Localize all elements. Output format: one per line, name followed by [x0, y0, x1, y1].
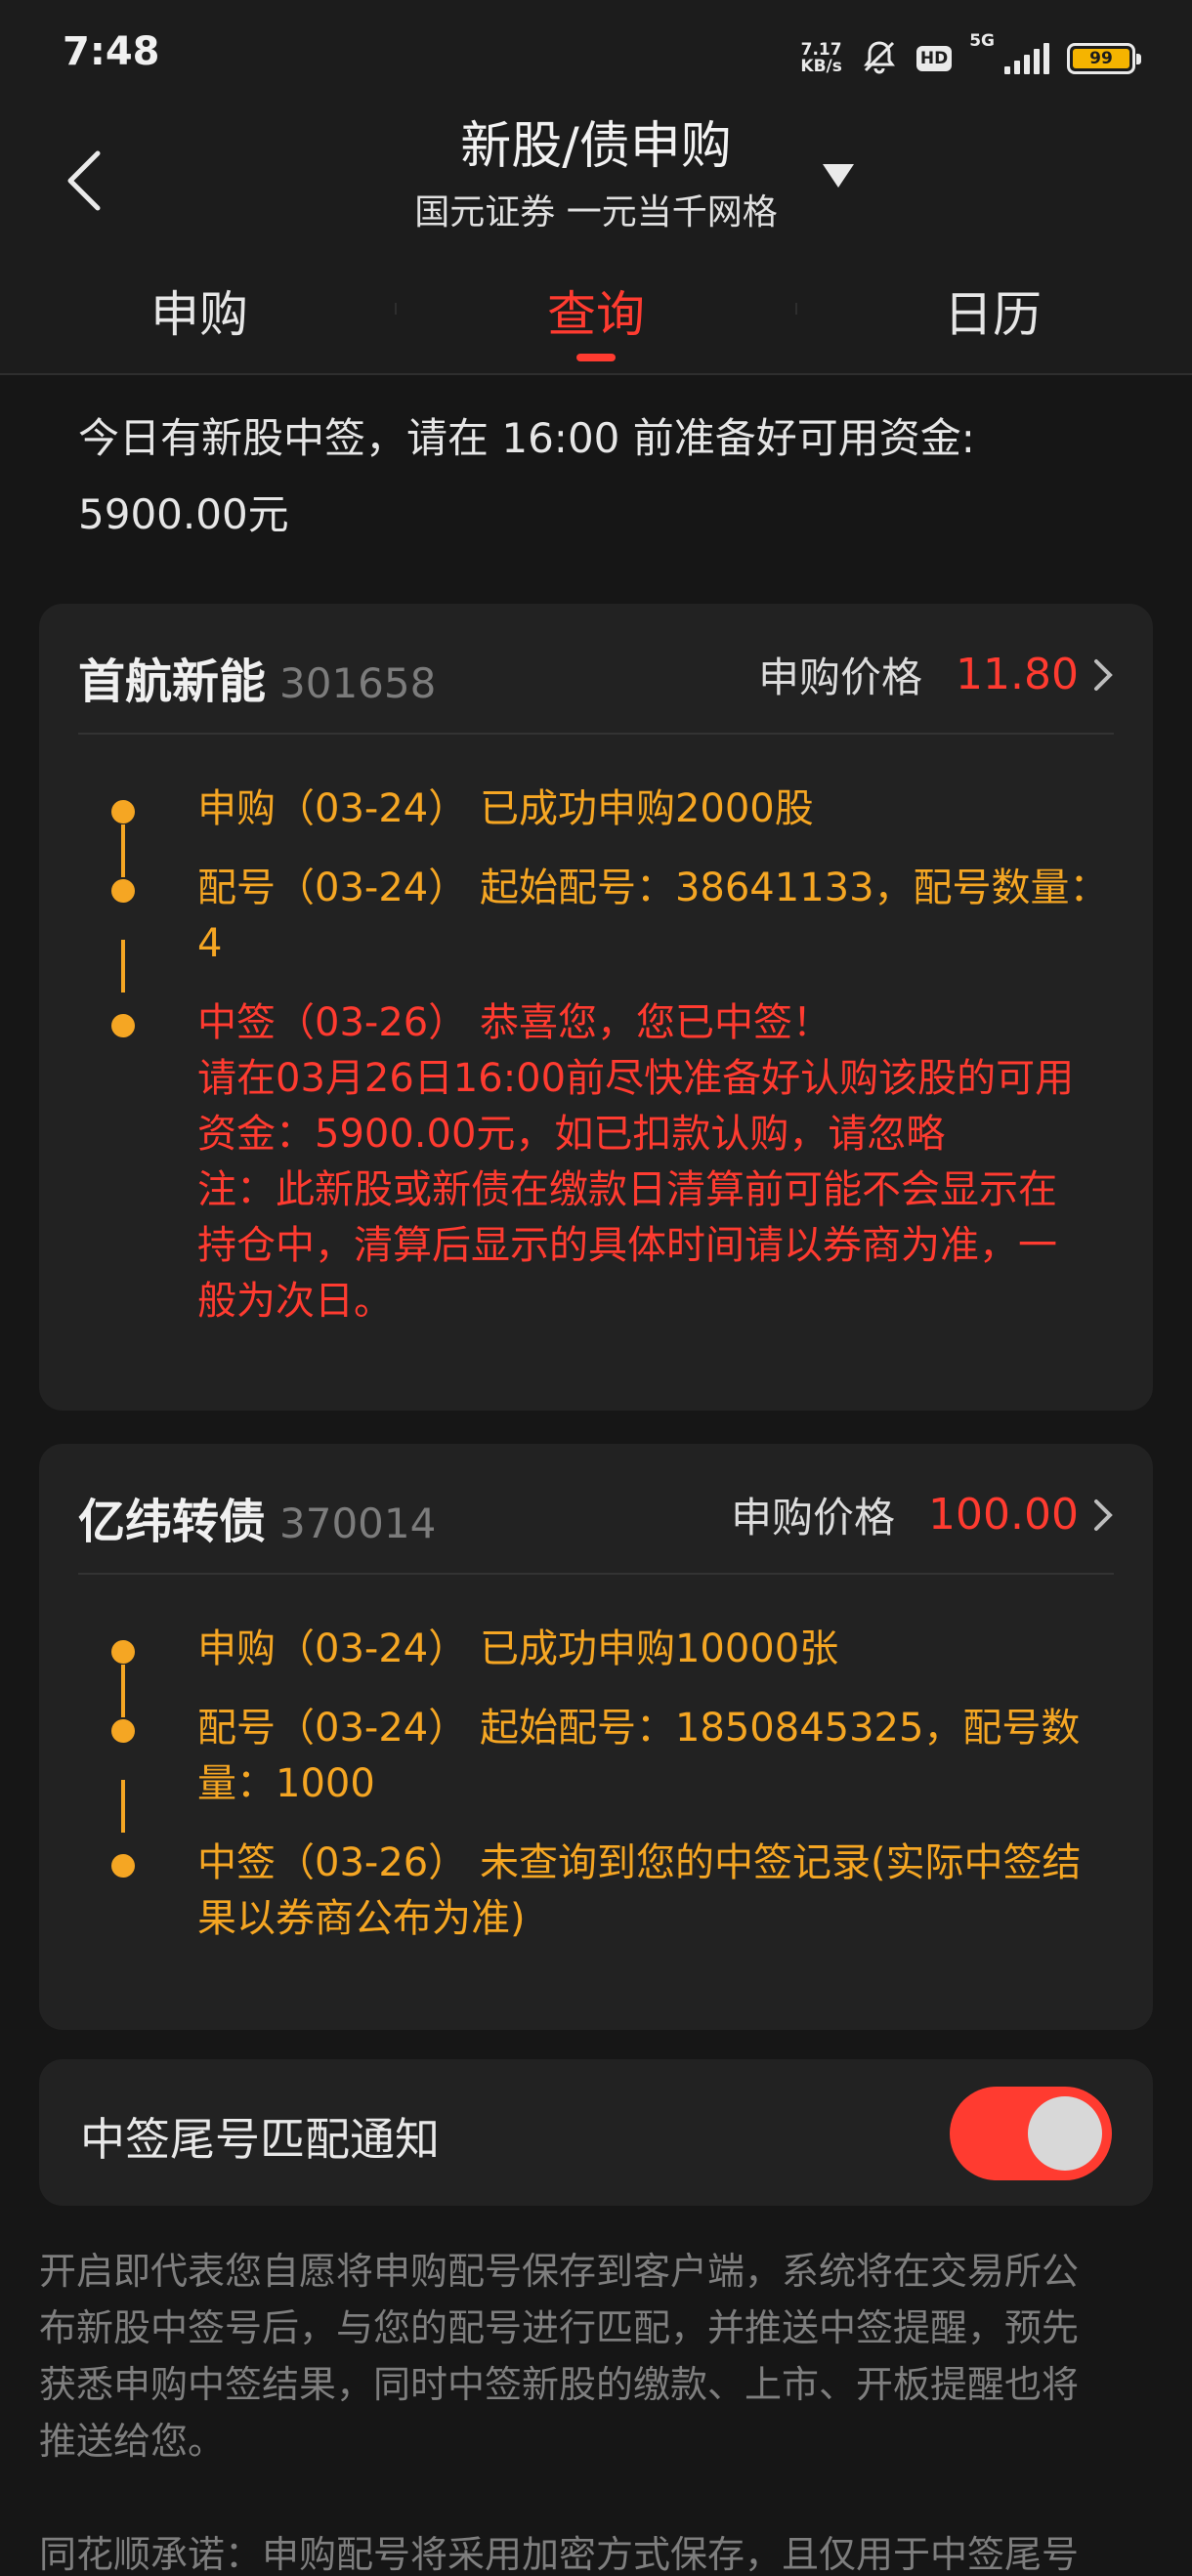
stock-code: 301658 — [279, 659, 437, 707]
stock-name: 亿纬转债 370014 — [78, 1483, 436, 1551]
triangle-down-icon — [823, 164, 854, 188]
step-line: 持仓中，清算后显示的具体时间请以券商为准，一 — [197, 1223, 1057, 1268]
step-line: 资金：5900.00元，如已扣款认购，请忽略 — [197, 1112, 946, 1157]
step-line: 量：1000 — [197, 1761, 375, 1806]
notify-description: 开启即代表您自愿将申购配号保存到客户端，系统将在交易所公 布新股中签号后，与您的… — [39, 2243, 1153, 2470]
price-label: 申购价格 — [758, 654, 923, 701]
stock-code: 370014 — [279, 1499, 437, 1547]
price-value: 100.00 — [928, 1490, 1079, 1540]
timeline-dot — [111, 879, 135, 903]
price-info[interactable]: 申购价格 100.00 — [731, 1485, 1114, 1544]
battery-level: 99 — [1073, 49, 1129, 68]
notice-amount: 5900.00元 — [78, 490, 289, 538]
description-line: 推送给您。 — [39, 2420, 226, 2463]
status-timeline: 申购（03-24） 已成功申购10000张 配号（03-24） 起始配号：185… — [78, 1622, 1124, 1970]
price-label: 申购价格 — [731, 1494, 896, 1541]
chevron-right-icon — [1092, 1498, 1114, 1533]
mute-bell-icon — [860, 37, 899, 80]
description-line: 获悉申购中签结果，同时中签新股的缴款、上市、开板提醒也将 — [39, 2363, 1080, 2406]
tab-query[interactable]: 查询 — [479, 275, 713, 346]
battery-icon: 99 — [1067, 43, 1141, 74]
network-type: 5G — [969, 31, 995, 51]
nav-header: 新股/债申购 国元证券 一元当千网格 — [0, 117, 1192, 244]
timeline-dot — [111, 1014, 135, 1037]
step-line: 配号（03-24） 起始配号：1850845325，配号数 — [197, 1706, 1081, 1751]
account-subtitle[interactable]: 国元证券 一元当千网格 — [0, 184, 1192, 234]
step-line: 果以券商公布为准) — [197, 1896, 526, 1941]
status-timeline: 申购（03-24） 已成功申购2000股 配号（03-24） 起始配号：3864… — [78, 781, 1124, 1353]
timeline-dot — [111, 1854, 135, 1878]
card-header[interactable]: 首航新能 301658 申购价格 11.80 — [78, 604, 1114, 735]
step-line: 4 — [197, 921, 223, 966]
tab-separator — [795, 303, 797, 315]
step-line: 申购（03-24） 已成功申购2000股 — [197, 786, 814, 831]
account-dropdown-button[interactable] — [817, 156, 860, 195]
price-info[interactable]: 申购价格 11.80 — [758, 645, 1114, 704]
step-line: 中签（03-26） 未查询到您的中签记录(实际中签结 — [197, 1840, 1082, 1885]
timeline-step-subscribe: 申购（03-24） 已成功申购2000股 — [78, 781, 1124, 837]
page-title: 新股/债申购 — [460, 117, 732, 176]
privacy-promise: 同花顺承诺：申购配号将采用加密方式保存，且仅用于中签尾号 — [39, 2533, 1080, 2576]
app-screen: 7:48 7.17 KB/s HD 5G 99 新股/债申购 国元证券 一元当千… — [0, 0, 1192, 2576]
status-time: 7:48 — [63, 29, 160, 74]
bond-card[interactable]: 亿纬转债 370014 申购价格 100.00 申购（03-24） 已成功申购10… — [39, 1444, 1153, 2030]
status-bar: 7:48 7.17 KB/s HD 5G 99 — [0, 0, 1192, 117]
timeline-dot — [111, 1640, 135, 1664]
status-icons: 7.17 KB/s HD 5G 99 — [800, 31, 1141, 86]
toggle-knob — [1028, 2096, 1102, 2171]
signal-icon — [1004, 43, 1049, 74]
timeline-step-subscribe: 申购（03-24） 已成功申购10000张 — [78, 1622, 1124, 1677]
step-line: 申购（03-24） 已成功申购10000张 — [197, 1626, 839, 1671]
step-line: 配号（03-24） 起始配号：38641133，配号数量： — [197, 866, 1109, 910]
description-line: 开启即代表您自愿将申购配号保存到客户端，系统将在交易所公 — [39, 2250, 1080, 2293]
hd-badge: HD — [915, 46, 953, 71]
winning-notice: 今日有新股中签，请在 16:00 前准备好可用资金: 5900.00元 — [78, 401, 1133, 553]
price-value: 11.80 — [956, 650, 1079, 699]
notice-line: 今日有新股中签，请在 16:00 前准备好可用资金: — [78, 414, 975, 462]
description-line: 布新股中签号后，与您的配号进行匹配，并推送中签提醒，预先 — [39, 2306, 1080, 2349]
card-header[interactable]: 亿纬转债 370014 申购价格 100.00 — [78, 1444, 1114, 1575]
step-line: 般为次日。 — [197, 1279, 393, 1324]
timeline-step-allot: 配号（03-24） 起始配号：1850845325，配号数 量：1000 — [78, 1701, 1124, 1812]
step-line: 注：此新股或新债在缴款日清算前可能不会显示在 — [197, 1167, 1057, 1212]
step-line: 请在03月26日16:00前尽快准备好认购该股的可用 — [197, 1056, 1075, 1101]
active-tab-indicator — [576, 354, 616, 361]
tab-subscribe[interactable]: 申购 — [82, 275, 317, 346]
timeline-step-win: 中签（03-26） 未查询到您的中签记录(实际中签结 果以券商公布为准) — [78, 1836, 1124, 1947]
stock-name-text: 亿纬转债 — [78, 1495, 267, 1549]
tab-separator — [395, 303, 397, 315]
net-speed-unit: KB/s — [800, 57, 842, 76]
net-speed: 7.17 KB/s — [800, 42, 841, 75]
stock-name: 首航新能 301658 — [78, 643, 436, 711]
notify-setting-row: 中签尾号匹配通知 — [39, 2059, 1153, 2206]
ipo-card[interactable]: 首航新能 301658 申购价格 11.80 申购（03-24） 已成功申购200… — [39, 604, 1153, 1411]
step-line: 中签（03-26） 恭喜您，您已中签！ — [197, 1000, 831, 1045]
timeline-step-allot: 配号（03-24） 起始配号：38641133，配号数量： 4 — [78, 861, 1124, 972]
timeline-step-win: 中签（03-26） 恭喜您，您已中签！ 请在03月26日16:00前尽快准备好认… — [78, 995, 1124, 1330]
notify-toggle[interactable] — [950, 2087, 1112, 2180]
tab-calendar[interactable]: 日历 — [875, 275, 1110, 346]
timeline-dot — [111, 1719, 135, 1743]
stock-name-text: 首航新能 — [78, 655, 267, 709]
tab-bar: 申购 查询 日历 — [0, 244, 1192, 375]
notify-label: 中签尾号匹配通知 — [80, 2113, 440, 2166]
timeline-dot — [111, 800, 135, 823]
chevron-right-icon — [1092, 657, 1114, 693]
